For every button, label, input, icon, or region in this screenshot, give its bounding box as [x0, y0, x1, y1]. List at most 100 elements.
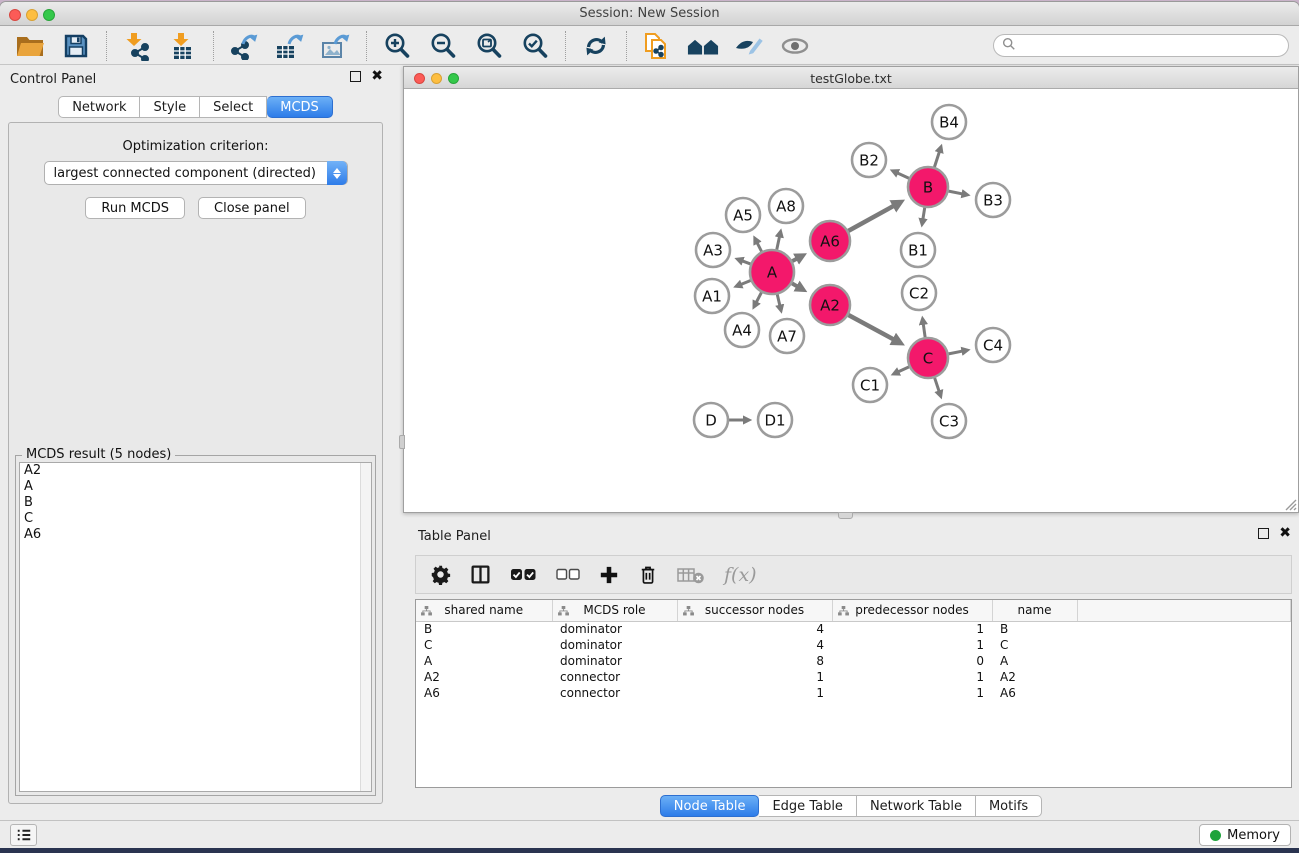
function-builder-icon[interactable]: f(x) [724, 564, 757, 586]
import-network-icon[interactable] [121, 31, 153, 61]
run-mcds-button[interactable]: Run MCDS [85, 197, 185, 219]
graph-node-B2[interactable]: B2 [852, 143, 886, 177]
zoom-fit-icon[interactable] [473, 31, 505, 61]
export-network-icon[interactable] [228, 31, 260, 61]
task-history-button[interactable] [10, 824, 37, 846]
table-close-panel-icon[interactable]: ✖ [1279, 528, 1291, 539]
delete-table-icon[interactable] [677, 565, 705, 585]
eye-pen-icon[interactable] [733, 31, 765, 61]
export-image-icon[interactable] [320, 31, 352, 61]
tab-network-table[interactable]: Network Table [857, 795, 976, 817]
graph-node-A6[interactable]: A6 [810, 221, 850, 261]
mcds-result-item[interactable]: A2 [20, 463, 371, 479]
graph-edge-A-A8[interactable] [777, 236, 780, 249]
column-header-successor-nodes[interactable]: successor nodes [677, 600, 832, 621]
tab-mcds[interactable]: MCDS [267, 96, 333, 118]
tab-node-table[interactable]: Node Table [660, 795, 760, 817]
gear-icon[interactable] [430, 564, 451, 585]
add-icon[interactable] [599, 565, 619, 585]
graph-node-B[interactable]: B [908, 167, 948, 207]
vertical-splitter-handle[interactable] [399, 435, 405, 449]
mcds-result-item[interactable]: A6 [20, 527, 371, 543]
graph-node-B3[interactable]: B3 [976, 183, 1010, 217]
mcds-result-item[interactable]: A [20, 479, 371, 495]
table-row[interactable]: Cdominator41C [416, 637, 1291, 653]
graph-node-A5[interactable]: A5 [726, 198, 760, 232]
horizontal-splitter-handle[interactable] [838, 512, 853, 519]
result-list-scrollbar[interactable] [360, 463, 371, 791]
tab-motifs[interactable]: Motifs [976, 795, 1042, 817]
column-header-predecessor-nodes[interactable]: predecessor nodes [832, 600, 992, 621]
table-row[interactable]: Adominator80A [416, 653, 1291, 669]
mcds-result-item[interactable]: C [20, 511, 371, 527]
eye-icon[interactable] [779, 31, 811, 61]
open-session-icon[interactable] [14, 31, 46, 61]
graph-edge-A2-C[interactable] [848, 315, 894, 340]
graph-edge-A6-B[interactable] [848, 206, 894, 231]
check-all-icon[interactable] [510, 567, 537, 582]
graph-edge-A-A6[interactable] [792, 258, 797, 261]
graph-edge-C-C2[interactable] [923, 324, 925, 337]
graph-node-A8[interactable]: A8 [769, 189, 803, 223]
graph-node-C3[interactable]: C3 [932, 404, 966, 438]
tab-style[interactable]: Style [140, 96, 200, 118]
graph-edge-A-A1[interactable] [741, 281, 751, 285]
graph-node-D[interactable]: D [694, 403, 728, 437]
column-header-shared-name[interactable]: shared name [416, 600, 552, 621]
graph-node-A2[interactable]: A2 [810, 285, 850, 325]
graph-edge-C-C3[interactable] [935, 378, 940, 392]
graph-edge-A-A3[interactable] [742, 261, 750, 264]
mcds-result-item[interactable]: B [20, 495, 371, 511]
graph-node-B1[interactable]: B1 [901, 233, 935, 267]
memory-button[interactable]: Memory [1199, 824, 1291, 846]
mcds-result-list[interactable]: A2ABCA6 [19, 462, 372, 792]
graph-node-B4[interactable]: B4 [932, 105, 966, 139]
graph-edge-B-B3[interactable] [949, 191, 963, 194]
graph-edge-A-A5[interactable] [757, 243, 762, 252]
tab-edge-table[interactable]: Edge Table [759, 795, 856, 817]
column-header-MCDS-role[interactable]: MCDS role [552, 600, 677, 621]
graph-node-C[interactable]: C [908, 338, 948, 378]
graph-node-A1[interactable]: A1 [695, 279, 729, 313]
network-canvas[interactable]: B4 B2 B B3 A8 A5 A6 A3 B1 A A1 C2 A2 A4 A7 C4 C C1 C3 D D1 [405, 90, 1297, 511]
graph-edge-B-B1[interactable] [923, 208, 925, 220]
table-row[interactable]: A2connector11A2 [416, 669, 1291, 685]
columns-icon[interactable] [470, 564, 491, 585]
close-panel-icon[interactable]: ✖ [371, 71, 383, 82]
column-header-name[interactable]: name [992, 600, 1077, 621]
save-session-icon[interactable] [60, 31, 92, 61]
import-table-icon[interactable] [167, 31, 199, 61]
graph-node-A[interactable]: A [750, 250, 794, 294]
resize-grip-icon[interactable] [1282, 496, 1297, 511]
graph-edge-A-A4[interactable] [756, 292, 761, 302]
graph-edge-C-C1[interactable] [898, 367, 909, 372]
graph-node-C1[interactable]: C1 [853, 368, 887, 402]
table-row[interactable]: Bdominator41B [416, 621, 1291, 637]
graph-edge-B-B2[interactable] [897, 173, 909, 178]
graph-edge-A-A7[interactable] [777, 294, 780, 305]
graph-node-D1[interactable]: D1 [758, 403, 792, 437]
homes-icon[interactable] [687, 31, 719, 61]
close-panel-button[interactable]: Close panel [198, 197, 306, 219]
graph-node-A4[interactable]: A4 [725, 313, 759, 347]
export-table-icon[interactable] [274, 31, 306, 61]
tab-network[interactable]: Network [58, 96, 140, 118]
graph-edge-C-C4[interactable] [949, 351, 963, 354]
optimization-criterion-dropdown[interactable]: largest connected component (directed) [44, 161, 348, 185]
graph-edge-B-B4[interactable] [934, 151, 939, 167]
tab-select[interactable]: Select [200, 96, 267, 118]
graph-node-A3[interactable]: A3 [696, 233, 730, 267]
search-box[interactable] [993, 34, 1289, 57]
zoom-selected-icon[interactable] [519, 31, 551, 61]
graph-node-C4[interactable]: C4 [976, 328, 1010, 362]
uncheck-all-icon[interactable] [556, 568, 580, 581]
table-float-panel-icon[interactable] [1258, 528, 1269, 539]
zoom-out-icon[interactable] [427, 31, 459, 61]
duplicate-network-icon[interactable] [641, 31, 673, 61]
refresh-icon[interactable] [580, 31, 612, 61]
float-panel-icon[interactable] [350, 71, 361, 82]
graph-edge-A-A2[interactable] [792, 283, 798, 286]
graph-node-A7[interactable]: A7 [770, 319, 804, 353]
graph-node-C2[interactable]: C2 [902, 276, 936, 310]
table-row[interactable]: A6connector11A6 [416, 685, 1291, 701]
